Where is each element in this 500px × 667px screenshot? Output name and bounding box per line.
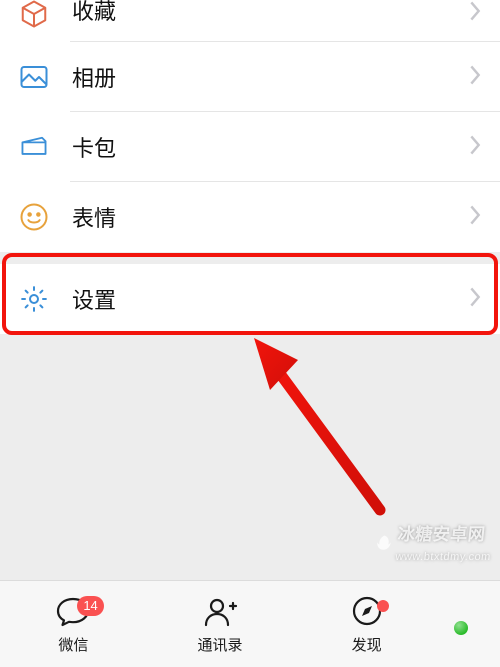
- menu-label: 卡包: [72, 131, 468, 163]
- smile-icon: [18, 201, 50, 233]
- contacts-icon: [201, 592, 239, 630]
- chevron-right-icon: [468, 204, 482, 231]
- menu-group-1: 收藏 相册: [0, 0, 500, 252]
- tab-contacts[interactable]: 通讯录: [147, 592, 294, 667]
- menu-item-album[interactable]: 相册: [0, 42, 500, 112]
- menu-label: 相册: [72, 61, 468, 93]
- menu-item-settings[interactable]: 设置: [0, 264, 500, 334]
- notification-dot: [377, 600, 389, 612]
- tab-label: 发现: [352, 634, 382, 655]
- chevron-right-icon: [468, 134, 482, 161]
- menu-label: 表情: [72, 201, 468, 233]
- menu-label: 设置: [72, 283, 468, 315]
- menu-item-favorites[interactable]: 收藏: [0, 0, 500, 42]
- watermark-text: 冰糖安卓网: [397, 525, 486, 544]
- menu-label: 收藏: [72, 0, 468, 26]
- unread-badge: 14: [77, 596, 103, 616]
- tab-label: 通讯录: [198, 634, 243, 655]
- tab-bar: 14 微信 通讯录 发现: [0, 580, 500, 667]
- chevron-right-icon: [468, 286, 482, 313]
- tab-chats[interactable]: 14 微信: [0, 592, 147, 667]
- tab-discover[interactable]: 发现: [293, 592, 440, 667]
- chevron-right-icon: [468, 64, 482, 91]
- menu-item-stickers[interactable]: 表情: [0, 182, 500, 252]
- chevron-right-icon: [468, 0, 482, 27]
- menu-group-2: 设置: [0, 264, 500, 334]
- wallet-icon: [18, 131, 50, 163]
- tab-label: 微信: [58, 634, 88, 655]
- section-gap: [0, 252, 500, 264]
- status-dot-icon: [454, 621, 468, 635]
- watermark: 冰糖安卓网 www.btxtdmy.com: [372, 520, 494, 565]
- watermark-url: www.btxtdmy.com: [395, 551, 492, 563]
- menu-item-cards[interactable]: 卡包: [0, 112, 500, 182]
- image-icon: [18, 61, 50, 93]
- gear-icon: [18, 283, 50, 315]
- me-screen: 收藏 相册: [0, 0, 500, 667]
- cube-icon: [18, 0, 50, 30]
- tab-me-partial[interactable]: [440, 621, 500, 667]
